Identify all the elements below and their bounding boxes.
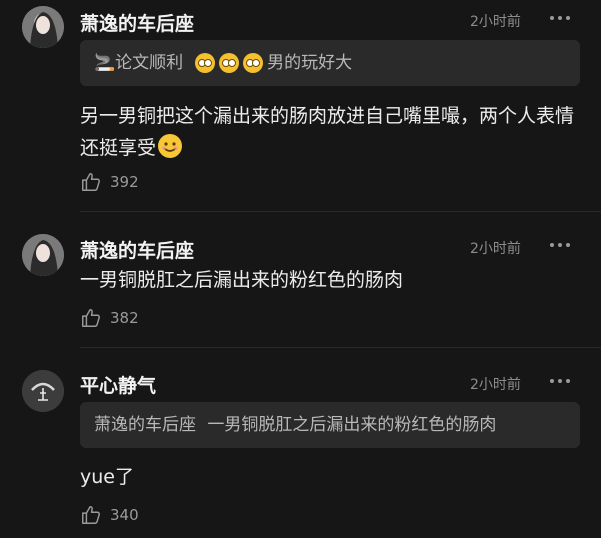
username[interactable]: 萧逸的车后座 (80, 9, 194, 36)
quoted-reply[interactable]: 萧逸的车后座 一男铜脱肛之后漏出来的粉红色的肠肉 (80, 402, 580, 448)
like-button[interactable]: 382 (80, 307, 139, 329)
username[interactable]: 平心静气 (80, 371, 156, 398)
username[interactable]: 萧逸的车后座 (80, 236, 194, 263)
flushed-face-emoji (243, 53, 264, 73)
quote-prefix: 🚬论文顺利 (94, 53, 184, 73)
thumbs-up-icon (82, 506, 100, 524)
more-dots-icon[interactable] (548, 13, 572, 23)
avatar[interactable] (22, 6, 64, 48)
smiling-face-emoji (158, 134, 183, 158)
timestamp: 2小时前 (470, 241, 521, 257)
more-dots-icon[interactable] (548, 240, 572, 250)
quote-user: 萧逸的车后座 (94, 415, 196, 435)
quote-text: 一男铜脱肛之后漏出来的粉红色的肠肉 (207, 415, 497, 435)
more-dots-icon[interactable] (548, 376, 572, 386)
divider (80, 211, 601, 212)
flushed-face-emoji (219, 53, 240, 73)
comment-text-content: 另一男铜把这个漏出来的肠肉放进自己嘴里嘬，两个人表情还挺享受 (80, 105, 575, 159)
like-button[interactable]: 340 (80, 504, 139, 526)
divider (80, 347, 601, 348)
like-button[interactable]: 392 (80, 171, 139, 193)
comment-text: yue了 (80, 466, 134, 488)
quoted-reply[interactable]: 🚬论文顺利 男的玩好大 (80, 40, 580, 86)
avatar[interactable] (22, 234, 64, 276)
comment-text: 另一男铜把这个漏出来的肠肉放进自己嘴里嘬，两个人表情还挺享受 (80, 100, 585, 164)
thumbs-up-icon (82, 309, 100, 327)
thumbs-up-icon (82, 173, 100, 191)
timestamp: 2小时前 (470, 377, 521, 393)
comment-text: 一男铜脱肛之后漏出来的粉红色的肠肉 (80, 269, 404, 291)
like-count: 340 (110, 506, 139, 524)
like-count: 392 (110, 173, 139, 191)
like-count: 382 (110, 309, 139, 327)
avatar[interactable] (22, 370, 64, 412)
quote-suffix: 男的玩好大 (267, 53, 353, 73)
flushed-face-emoji (195, 53, 216, 73)
timestamp: 2小时前 (470, 14, 521, 30)
